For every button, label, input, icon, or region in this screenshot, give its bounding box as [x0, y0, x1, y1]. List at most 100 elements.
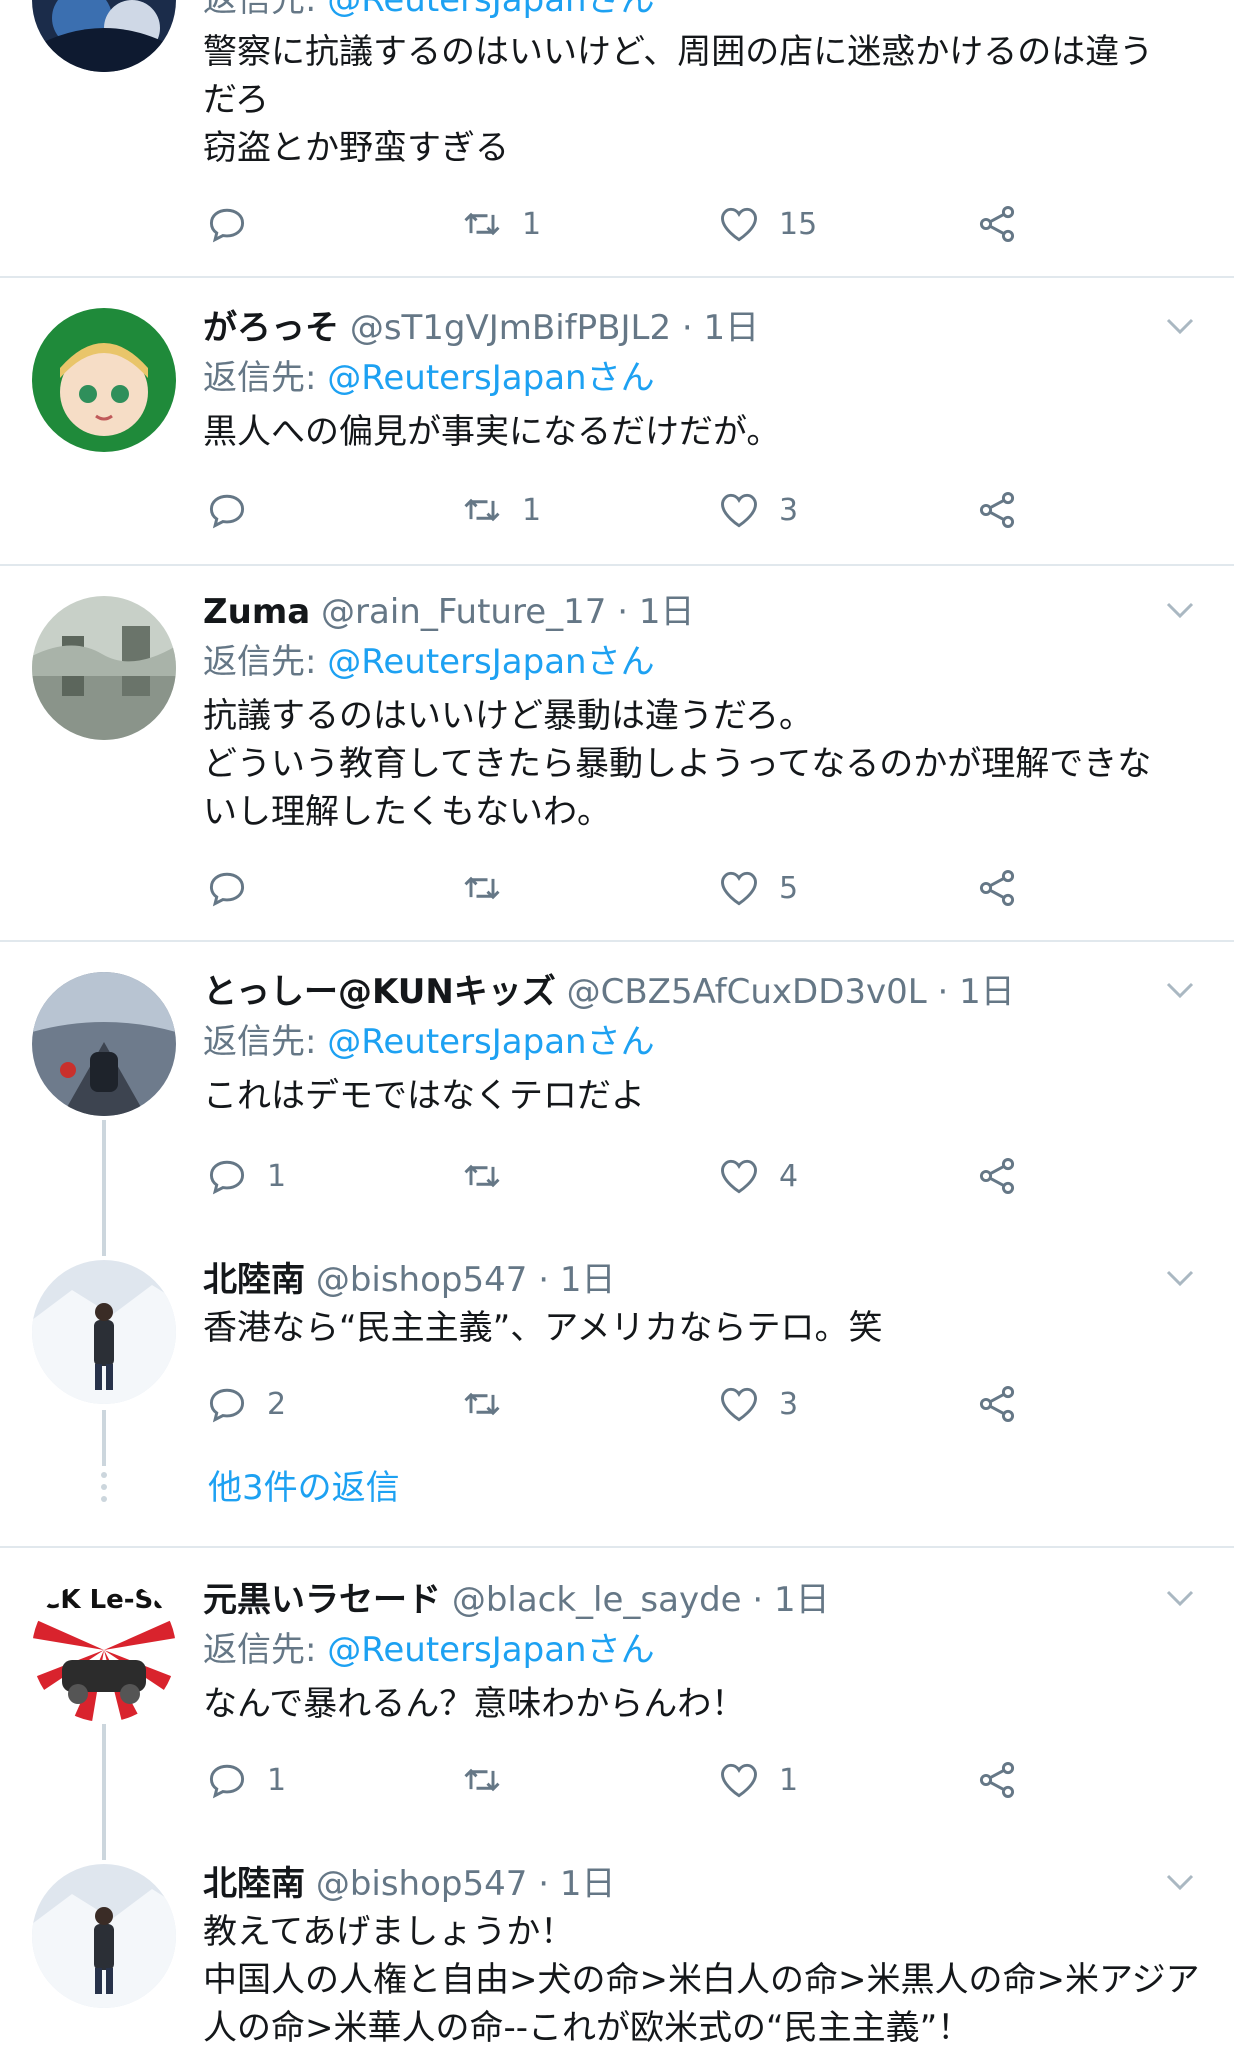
tweet-header: 元黒いラセード @black_le_sayde · 1日 — [203, 1576, 830, 1624]
reply-button[interactable] — [205, 860, 249, 916]
reply-mention[interactable]: @ReutersJapanさん — [327, 1022, 654, 1062]
handle[interactable]: @sT1gVJmBifPBJL2 — [350, 308, 671, 348]
mention-suffix[interactable]: さん — [587, 642, 655, 682]
chevron-down-icon[interactable] — [1162, 592, 1198, 628]
tweet-header: 北陸南 @bishop547 · 1日 — [203, 1860, 615, 1908]
tweet-text: 抗議するのはいいけど暴動は違うだろ。 どういう教育してきたら暴動しようってなるの… — [203, 692, 1203, 836]
chevron-down-icon[interactable] — [1162, 1260, 1198, 1296]
avatar[interactable] — [32, 1864, 176, 2008]
mention-suffix[interactable]: さん — [587, 358, 655, 398]
retweet-button[interactable] — [460, 1376, 504, 1432]
avatar[interactable] — [32, 596, 176, 740]
handle[interactable]: @black_le_sayde — [452, 1580, 742, 1620]
mention-text[interactable]: @ReutersJapan — [327, 1630, 586, 1670]
chevron-down-icon[interactable] — [1162, 972, 1198, 1008]
thread-dots — [96, 1472, 112, 1508]
like-button[interactable]: 4 — [717, 1148, 798, 1204]
tweet-actions: 1 1 — [205, 1752, 1045, 1808]
chevron-down-icon[interactable] — [1162, 1864, 1198, 1900]
chevron-down-icon[interactable] — [1162, 1580, 1198, 1616]
tweet-text: 警察に抗議するのはいいけど、周囲の店に迷惑かけるのは違う だろ 窃盗とか野蛮すぎ… — [203, 28, 1203, 172]
share-button[interactable] — [975, 482, 1019, 538]
tweet-header: Zuma @rain_Future_17 · 1日 — [203, 588, 694, 636]
display-name[interactable]: がろっそ — [203, 308, 339, 348]
display-name[interactable]: 北陸南 — [203, 1864, 305, 1904]
tweet-actions: 2 3 — [205, 1376, 1045, 1432]
more-replies-link[interactable]: 他3件の返信 — [208, 1464, 400, 1512]
retweet-button[interactable] — [460, 860, 504, 916]
reply-to-prefix: 返信先: — [203, 1630, 328, 1670]
reply-button[interactable] — [205, 482, 249, 538]
handle[interactable]: @rain_Future_17 — [321, 592, 606, 632]
reply-button[interactable]: 2 — [205, 1376, 286, 1432]
reply-mention[interactable]: @ReutersJapanさん — [327, 1630, 654, 1670]
avatar[interactable] — [32, 0, 176, 72]
separator: · — [681, 308, 693, 348]
retweet-icon — [464, 1164, 500, 1188]
reply-mention[interactable]: @ReutersJapanさん — [327, 642, 654, 682]
mention-text[interactable]: @ReutersJapan — [327, 0, 586, 20]
mention-suffix[interactable]: さん — [587, 1630, 655, 1670]
reply-button[interactable]: 1 — [205, 1148, 286, 1204]
handle[interactable]: @bishop547 — [316, 1864, 528, 1904]
retweet-icon — [464, 1392, 500, 1416]
timestamp: 1日 — [559, 1864, 616, 1904]
display-name[interactable]: 元黒いラセード — [203, 1580, 441, 1620]
tweet-line: いし理解したくもないわ。 — [203, 792, 611, 832]
separator: · — [752, 1580, 764, 1620]
separator: · — [538, 1864, 550, 1904]
retweet-button[interactable] — [460, 1148, 504, 1204]
reply-to: 返信先: @ReutersJapanさん — [203, 1626, 655, 1674]
mention-text[interactable]: @ReutersJapan — [327, 1022, 586, 1062]
avatar[interactable] — [32, 972, 176, 1116]
thread-line — [102, 1410, 106, 1466]
display-name[interactable]: とっしー@KUNキッズ — [203, 972, 556, 1012]
mention-text[interactable]: @ReutersJapan — [327, 358, 586, 398]
reply-button[interactable] — [205, 196, 249, 252]
reply-mention[interactable]: @ReutersJapanさん — [327, 358, 654, 398]
retweet-button[interactable]: 1 — [460, 196, 541, 252]
retweet-button[interactable]: 1 — [460, 482, 541, 538]
like-icon — [721, 1387, 757, 1422]
separator: · — [538, 1260, 550, 1300]
like-button[interactable]: 15 — [717, 196, 817, 252]
share-button[interactable] — [975, 1752, 1019, 1808]
mention-text[interactable]: @ReutersJapan — [327, 642, 586, 682]
like-button[interactable]: 1 — [717, 1752, 798, 1808]
share-button[interactable] — [975, 1376, 1019, 1432]
thread-line — [102, 1120, 106, 1256]
handle[interactable]: @bishop547 — [316, 1260, 528, 1300]
like-button[interactable]: 3 — [717, 1376, 798, 1432]
like-button[interactable]: 3 — [717, 482, 798, 538]
tweet-line: 人の命>米華人の命--これが欧米式の“民主主義”！ — [203, 2008, 972, 2048]
reply-icon — [209, 1764, 245, 1799]
avatar[interactable] — [32, 308, 176, 452]
reply-to-prefix: 返信先: — [203, 358, 328, 398]
display-name[interactable]: Zuma — [203, 592, 310, 632]
mention-suffix[interactable]: さん — [587, 0, 655, 20]
mention-suffix[interactable]: さん — [587, 1022, 655, 1062]
tweet-actions: 5 — [205, 860, 1045, 916]
retweet-button[interactable] — [460, 1752, 504, 1808]
share-button[interactable] — [975, 860, 1019, 916]
tweet-header: がろっそ @sT1gVJmBifPBJL2 · 1日 — [203, 304, 759, 352]
reply-to: 返信先: @ReutersJapanさん — [203, 1018, 655, 1066]
logo-text: BLACK Le-Sayde — [32, 1585, 176, 1615]
handle[interactable]: @CBZ5AfCuxDD3v0L — [567, 972, 927, 1012]
timestamp: 1日 — [638, 592, 695, 632]
avatar[interactable] — [32, 1260, 176, 1404]
thread-line — [102, 1724, 106, 1860]
chevron-down-icon[interactable] — [1162, 308, 1198, 344]
avatar[interactable]: BLACK Le-Sayde — [32, 1578, 176, 1722]
reply-count: 2 — [267, 1386, 287, 1422]
like-button[interactable]: 5 — [717, 860, 798, 916]
like-count: 1 — [779, 1762, 799, 1798]
share-button[interactable] — [975, 196, 1019, 252]
reply-mention[interactable]: @ReutersJapanさん — [327, 0, 654, 20]
share-button[interactable] — [975, 1148, 1019, 1204]
reply-button[interactable]: 1 — [205, 1752, 286, 1808]
timestamp: 1日 — [559, 1260, 616, 1300]
divider — [0, 564, 1234, 566]
display-name[interactable]: 北陸南 — [203, 1260, 305, 1300]
reply-to-prefix: 返信先: — [203, 0, 328, 20]
